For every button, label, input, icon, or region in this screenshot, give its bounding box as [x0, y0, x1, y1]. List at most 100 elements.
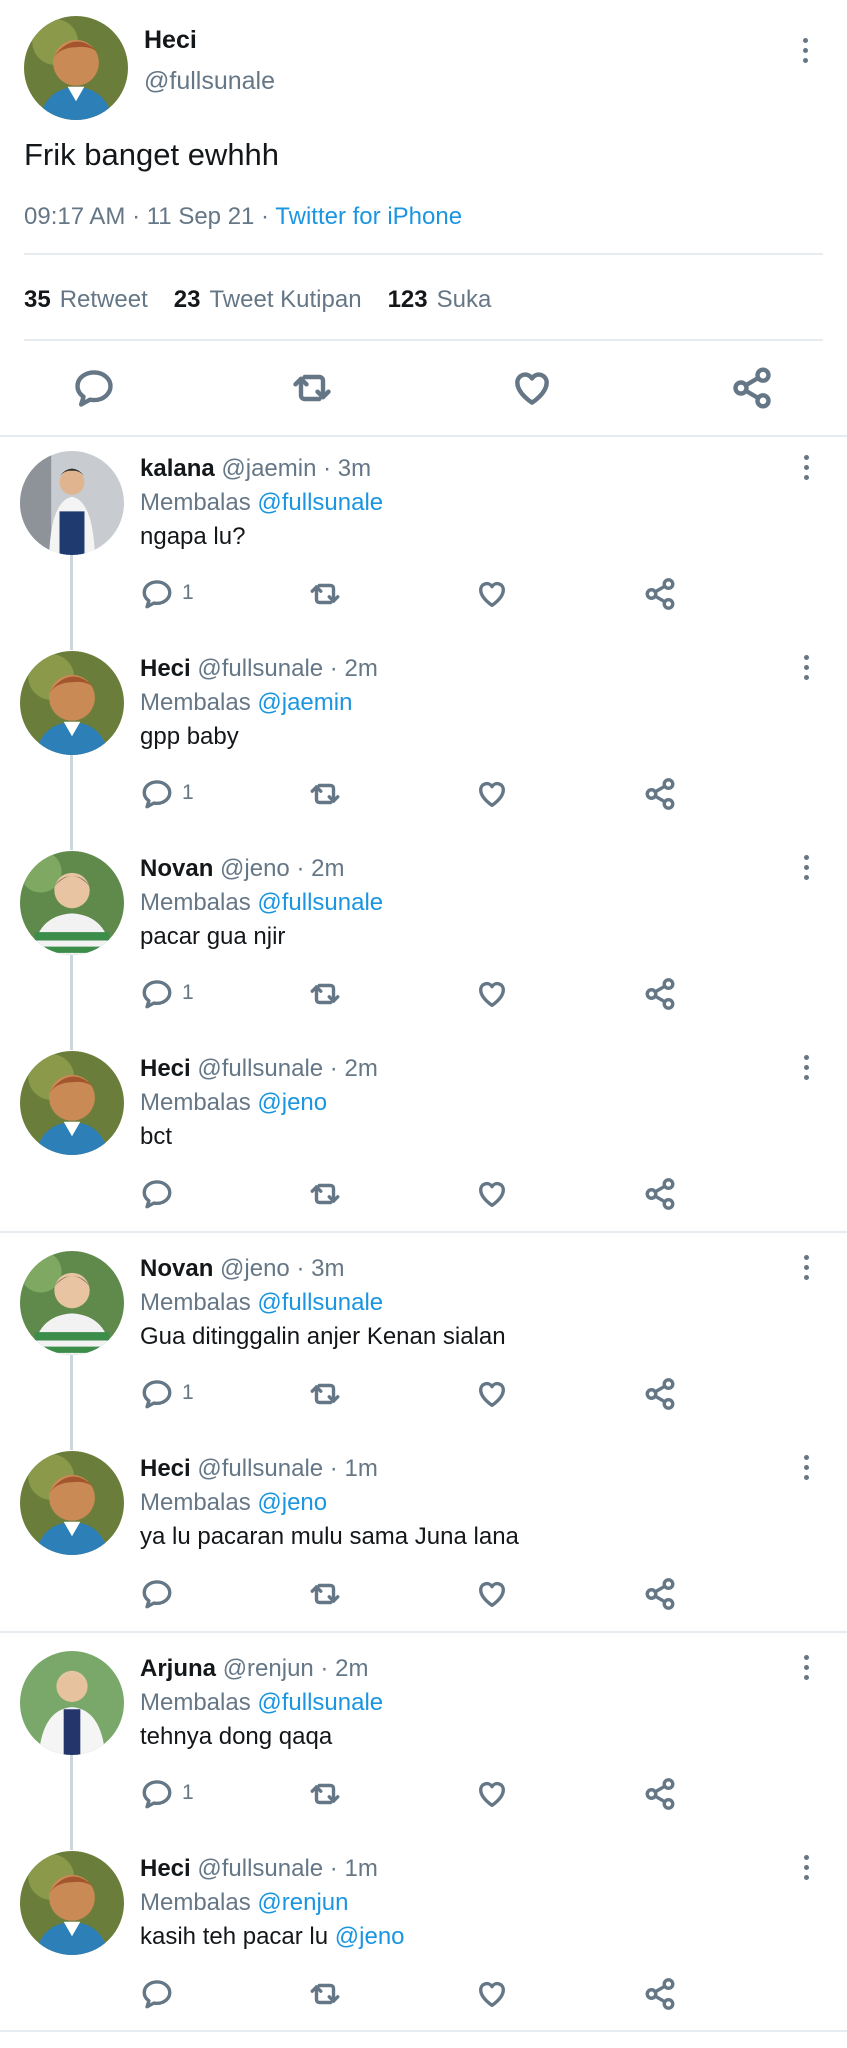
more-options-icon[interactable]	[791, 847, 821, 887]
replying-to-label: Membalas	[140, 1889, 251, 1916]
reply-author-name[interactable]: Heci	[140, 1055, 191, 1082]
reply-tweet[interactable]: Heci @fullsunale · 1m Membalas @jeno ya …	[0, 1437, 847, 1637]
retweet-icon[interactable]	[308, 1777, 342, 1811]
reply-avatar[interactable]	[20, 451, 124, 555]
reply-tweet[interactable]: Heci @fullsunale · 1m Membalas @renjun k…	[0, 1837, 847, 2037]
reply-tweet[interactable]: Heci @fullsunale · 2m Membalas @jeno bct	[0, 1037, 847, 1237]
more-options-icon[interactable]	[791, 447, 821, 487]
more-options-icon[interactable]	[790, 30, 820, 70]
reply-author-name[interactable]: Heci	[140, 655, 191, 682]
tweet-client-link[interactable]: Twitter for iPhone	[275, 203, 462, 230]
retweet-icon[interactable]	[308, 1177, 342, 1211]
like-icon[interactable]	[475, 977, 509, 1011]
retweet-icon[interactable]	[308, 1577, 342, 1611]
share-icon[interactable]	[643, 777, 677, 811]
replying-to-handle[interactable]: @jaemin	[257, 689, 352, 716]
reply-author-handle[interactable]: @fullsunale	[197, 1055, 323, 1082]
replying-to-handle[interactable]: @renjun	[257, 1889, 348, 1916]
more-options-icon[interactable]	[791, 1847, 821, 1887]
share-icon[interactable]	[643, 577, 677, 611]
reply-author-handle[interactable]: @jaemin	[221, 455, 316, 482]
like-icon[interactable]	[475, 777, 509, 811]
reply-author-name[interactable]: Heci	[140, 1455, 191, 1482]
reply-tweet[interactable]: Arjuna @renjun · 2m Membalas @fullsunale…	[0, 1637, 847, 1837]
reply-mention[interactable]: @jeno	[335, 1923, 405, 1950]
share-icon[interactable]	[643, 1777, 677, 1811]
reply-icon[interactable]: 1	[140, 1377, 194, 1411]
reply-author-name[interactable]: kalana	[140, 455, 215, 482]
like-stat[interactable]: 123 Suka	[388, 286, 492, 314]
like-icon[interactable]	[475, 1177, 509, 1211]
share-icon[interactable]	[643, 1577, 677, 1611]
reply-author-handle[interactable]: @renjun	[223, 1655, 314, 1682]
more-options-icon[interactable]	[791, 647, 821, 687]
like-icon[interactable]	[475, 1377, 509, 1411]
reply-icon[interactable]: 1	[140, 977, 194, 1011]
reply-avatar[interactable]	[20, 651, 124, 755]
meta-separator: ·	[313, 1655, 336, 1682]
author-name[interactable]: Heci	[144, 26, 197, 55]
reply-tweet[interactable]: Novan @jeno · 2m Membalas @fullsunale pa…	[0, 837, 847, 1037]
share-icon[interactable]	[643, 1977, 677, 2011]
share-icon[interactable]	[643, 1377, 677, 1411]
like-icon[interactable]	[475, 1777, 509, 1811]
reply-author-handle[interactable]: @fullsunale	[197, 1455, 323, 1482]
retweet-icon[interactable]	[290, 366, 334, 410]
reply-header: Heci @fullsunale · 2m	[140, 655, 378, 683]
reply-author-handle[interactable]: @jeno	[220, 1255, 290, 1282]
reply-avatar[interactable]	[20, 1851, 124, 1955]
reply-icon[interactable]	[72, 366, 116, 410]
replying-to-handle[interactable]: @jeno	[257, 1089, 327, 1116]
reply-icon[interactable]	[140, 1177, 174, 1211]
retweet-icon[interactable]	[308, 977, 342, 1011]
reply-avatar[interactable]	[20, 1051, 124, 1155]
reply-icon[interactable]: 1	[140, 577, 194, 611]
reply-avatar[interactable]	[20, 851, 124, 955]
like-count: 123	[387, 286, 428, 313]
replying-to-handle[interactable]: @fullsunale	[257, 889, 383, 916]
quote-label: Tweet Kutipan	[209, 286, 362, 313]
author-handle[interactable]: @fullsunale	[144, 67, 275, 96]
reply-tweet[interactable]: kalana @jaemin · 3m Membalas @fullsunale…	[0, 437, 847, 637]
replying-to-handle[interactable]: @fullsunale	[257, 1289, 383, 1316]
more-options-icon[interactable]	[791, 1047, 821, 1087]
like-icon[interactable]	[475, 1977, 509, 2011]
like-icon[interactable]	[475, 1577, 509, 1611]
reply-text: ya lu pacaran mulu sama Juna lana	[140, 1523, 519, 1551]
reply-tweet[interactable]: Novan @jeno · 3m Membalas @fullsunale Gu…	[0, 1237, 847, 1437]
retweet-icon[interactable]	[308, 777, 342, 811]
reply-icon[interactable]: 1	[140, 777, 194, 811]
replying-to-handle[interactable]: @fullsunale	[257, 1689, 383, 1716]
replying-to-handle[interactable]: @fullsunale	[257, 489, 383, 516]
quote-stat[interactable]: 23 Tweet Kutipan	[174, 286, 362, 314]
share-icon[interactable]	[730, 366, 774, 410]
meta-separator: ·	[323, 655, 345, 682]
reply-author-handle[interactable]: @fullsunale	[197, 655, 323, 682]
main-avatar[interactable]	[24, 16, 128, 120]
retweet-icon[interactable]	[308, 1377, 342, 1411]
retweet-stat[interactable]: 35 Retweet	[24, 286, 148, 314]
share-icon[interactable]	[643, 977, 677, 1011]
replying-to-handle[interactable]: @jeno	[257, 1489, 327, 1516]
reply-avatar[interactable]	[20, 1451, 124, 1555]
reply-author-handle[interactable]: @jeno	[220, 855, 290, 882]
reply-avatar[interactable]	[20, 1651, 124, 1755]
like-icon[interactable]	[510, 366, 554, 410]
reply-avatar[interactable]	[20, 1251, 124, 1355]
reply-author-handle[interactable]: @fullsunale	[197, 1855, 323, 1882]
more-options-icon[interactable]	[791, 1647, 821, 1687]
reply-icon[interactable]	[140, 1577, 174, 1611]
reply-icon[interactable]: 1	[140, 1777, 194, 1811]
reply-tweet[interactable]: Heci @fullsunale · 2m Membalas @jaemin g…	[0, 637, 847, 837]
like-icon[interactable]	[475, 577, 509, 611]
reply-icon[interactable]	[140, 1977, 174, 2011]
more-options-icon[interactable]	[791, 1247, 821, 1287]
retweet-icon[interactable]	[308, 1977, 342, 2011]
share-icon[interactable]	[643, 1177, 677, 1211]
reply-author-name[interactable]: Heci	[140, 1855, 191, 1882]
more-options-icon[interactable]	[791, 1447, 821, 1487]
reply-author-name[interactable]: Arjuna	[140, 1655, 216, 1682]
reply-author-name[interactable]: Novan	[140, 1255, 213, 1282]
reply-author-name[interactable]: Novan	[140, 855, 213, 882]
retweet-icon[interactable]	[308, 577, 342, 611]
